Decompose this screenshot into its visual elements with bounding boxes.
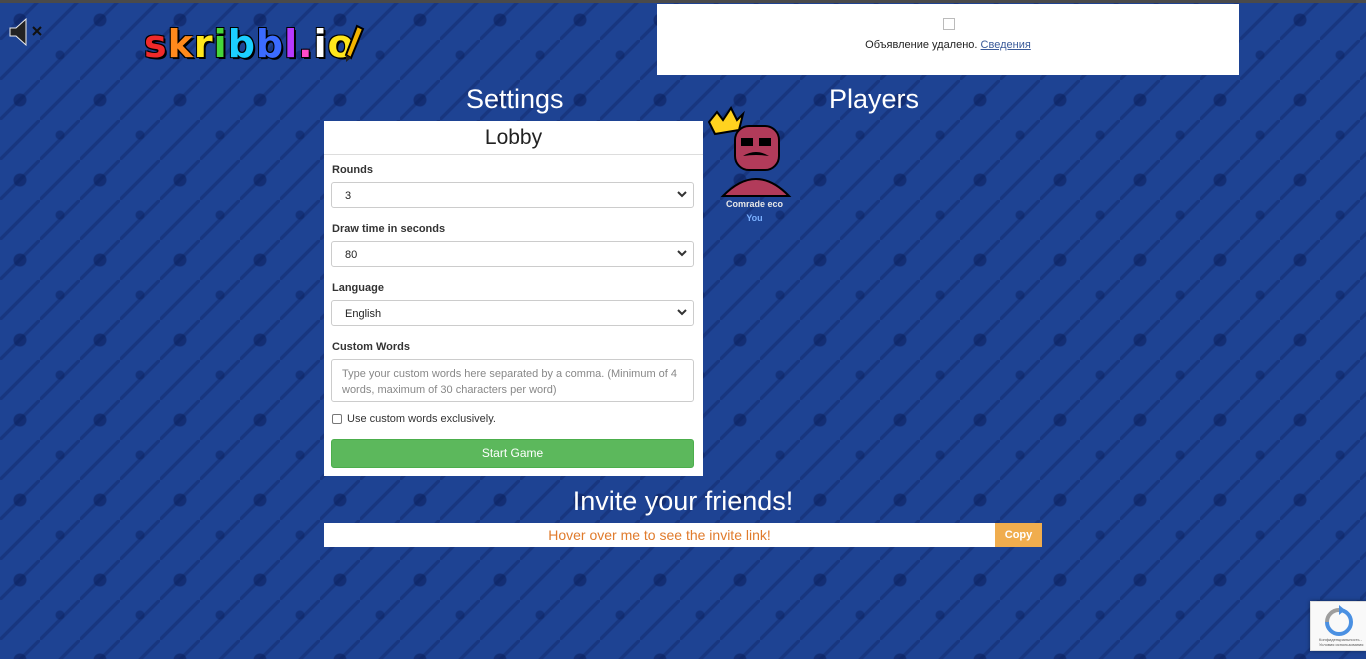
chevron-down-icon [677,309,687,316]
language-value: English [345,308,382,320]
copy-button[interactable]: Copy [995,523,1042,547]
exclusive-label[interactable]: Use custom words exclusively. [347,413,496,425]
players-heading: Players [829,84,920,114]
drawtime-value: 80 [345,249,358,261]
drawtime-label: Draw time in seconds [332,223,446,235]
ad-details-link[interactable]: Сведения [981,39,1031,51]
custom-words-textarea[interactable]: Type your custom words here separated by… [331,359,694,402]
lobby-title: Lobby [324,121,703,155]
drawtime-select[interactable]: 80 [331,241,694,267]
recaptcha-icon [1325,605,1353,636]
ad-removed-banner: Объявление удалено. Сведения [657,4,1239,75]
ad-text: Объявление удалено. [865,39,978,51]
exclusive-checkbox[interactable] [332,414,342,424]
ad-icon [943,18,955,30]
language-label: Language [332,282,384,294]
player-you-tag: You [746,213,763,223]
start-game-button[interactable]: Start Game [331,439,694,468]
invite-link-field[interactable]: Hover over me to see the invite link! [324,523,995,547]
sound-mute-button[interactable] [8,16,48,48]
rounds-select[interactable]: 3 [331,182,694,208]
lobby-settings-panel: Lobby Rounds 3 Draw time in seconds 80 L… [324,121,703,476]
rounds-value: 3 [345,190,352,202]
language-select[interactable]: English [331,300,694,326]
skribbl-logo: skribbl.io [144,22,355,66]
chevron-down-icon [677,250,687,257]
recaptcha-text: Конфиденциальность - Условия использован… [1319,637,1364,647]
recaptcha-badge[interactable]: Конфиденциальность - Условия использован… [1310,601,1366,651]
speaker-muted-icon [9,17,42,47]
top-border [0,0,1366,3]
chevron-down-icon [677,191,687,198]
settings-heading: Settings [466,84,564,114]
player-name: Comrade eco [725,199,784,209]
invite-heading: Invite your friends! [572,486,794,516]
rounds-label: Rounds [332,164,373,176]
custom-words-label: Custom Words [332,341,411,353]
pencil-icon [344,24,365,62]
